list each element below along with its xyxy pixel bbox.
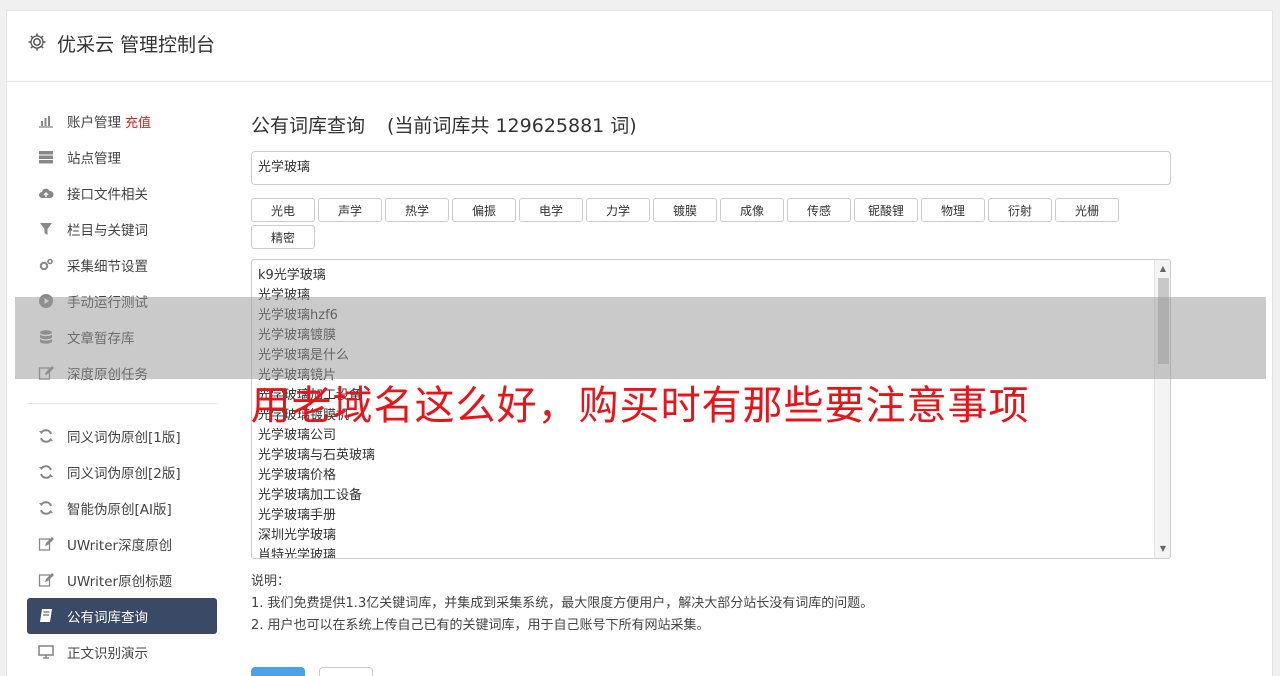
result-item: 光学玻璃手册 xyxy=(258,508,337,523)
sidebar-item-label: 采集细节设置 xyxy=(67,259,148,275)
sidebar-item[interactable]: 同义词伪原创[2版] xyxy=(27,454,217,490)
sidebar-item-label: UWriter深度原创 xyxy=(67,538,173,554)
keyword-tag-group: 光电 声学 热学 偏振 电学 力学 镀膜 成像 传感 铌酸锂 物理 衍射 光栅精密 xyxy=(251,198,1171,249)
gears-icon xyxy=(37,257,55,273)
gear-icon xyxy=(27,32,47,52)
bar-chart-icon xyxy=(37,113,55,129)
refresh-icon xyxy=(37,500,55,516)
sidebar-item[interactable]: 采集细节设置 xyxy=(27,247,217,283)
overlay-headline: 用老域名这么好，购买时有那些要注意事项 xyxy=(250,383,1030,429)
keyword-tag-button[interactable]: 电学 xyxy=(519,198,583,222)
sidebar-item-label: 账户管理 xyxy=(67,115,121,131)
cloud-upload-icon xyxy=(37,185,55,201)
keyword-tag-button[interactable]: 声学 xyxy=(318,198,382,222)
keyword-tag-button[interactable]: 力学 xyxy=(586,198,650,222)
keyword-tag-button[interactable]: 物理 xyxy=(921,198,985,222)
scroll-down-icon[interactable]: ▼ xyxy=(1155,542,1170,556)
action-buttons: 查询 清空 xyxy=(251,667,373,676)
sidebar-item[interactable]: 栏目与关键词 xyxy=(27,211,217,247)
refresh-icon xyxy=(37,464,55,480)
keyword-tag-button[interactable]: 铌酸锂 xyxy=(854,198,918,222)
notes: 说明： 1. 我们免费提供1.3亿关键词库，并集成到采集系统，最大限度方便用户，… xyxy=(251,571,1171,637)
keyword-tag-button[interactable]: 偏振 xyxy=(452,198,516,222)
sidebar-item[interactable]: UWriter原创标题 xyxy=(27,562,217,598)
sidebar-item[interactable]: 站点管理 xyxy=(27,139,217,175)
keyword-tag-button[interactable]: 传感 xyxy=(787,198,851,222)
sidebar-item-label: 公有词库查询 xyxy=(67,610,148,626)
result-item: 光学玻璃价格 xyxy=(258,468,337,483)
keyword-tag-button[interactable]: 光栅 xyxy=(1055,198,1119,222)
heading-text: 公有词库查询 xyxy=(251,115,366,137)
sidebar-item-label: 接口文件相关 xyxy=(67,187,148,203)
sidebar-item[interactable]: 智能伪原创[AI版] xyxy=(27,490,217,526)
sidebar-item-label: UWriter原创标题 xyxy=(67,574,173,590)
recharge-link[interactable]: 充值 xyxy=(125,112,151,131)
keyword-tag-button[interactable]: 光电 xyxy=(251,198,315,222)
sidebar-item[interactable]: 公有词库查询 xyxy=(27,598,217,634)
scroll-up-icon[interactable]: ▲ xyxy=(1155,262,1170,276)
keyword-tag-button[interactable]: 衍射 xyxy=(988,198,1052,222)
filter-icon xyxy=(37,221,55,237)
sidebar-item[interactable]: 正文识别演示 xyxy=(27,634,217,670)
note-line-2: 2. 用户也可以在系统上传自己已有的关键词库，用于自己账号下所有网站采集。 xyxy=(251,618,710,633)
keyword-tag-button[interactable]: 精密 xyxy=(251,225,315,249)
sidebar-item-label: 智能伪原创[AI版] xyxy=(67,502,172,518)
sidebar-item-label: 栏目与关键词 xyxy=(67,223,148,239)
page-title: 优采云 管理控制台 xyxy=(57,34,216,56)
book-icon xyxy=(37,608,55,624)
header: 优采云 管理控制台 xyxy=(7,11,1272,82)
word-count-text: (当前词库共 129625881 词) xyxy=(387,115,637,137)
page-heading: 公有词库查询 (当前词库共 129625881 词) xyxy=(251,111,1171,141)
sidebar-item[interactable]: UWriter深度原创 xyxy=(27,526,217,562)
keyword-tag-button[interactable]: 镀膜 xyxy=(653,198,717,222)
edit-icon xyxy=(37,536,55,552)
query-button[interactable]: 查询 xyxy=(251,667,305,676)
sidebar-item-label: 站点管理 xyxy=(67,151,121,167)
result-item: 深圳光学玻璃 xyxy=(258,528,337,543)
result-item: k9光学玻璃 xyxy=(258,268,326,283)
main-content: 公有词库查询 (当前词库共 129625881 词) 光学玻璃 光电 声学 热学 偏振电… xyxy=(251,111,1171,676)
clear-button[interactable]: 清空 xyxy=(319,667,373,676)
note-line-1: 1. 我们免费提供1.3亿关键词库，并集成到采集系统，最大限度方便用户，解决大部… xyxy=(251,596,874,611)
overlay-banner xyxy=(15,297,1266,379)
keyword-tag-button[interactable]: 热学 xyxy=(385,198,449,222)
sidebar-item-label: 正文识别演示 xyxy=(67,646,148,662)
sidebar-item[interactable]: 接口文件相关 xyxy=(27,175,217,211)
result-item: 光学玻璃加工设备 xyxy=(258,488,363,503)
sidebar-item-label: 同义词伪原创[2版] xyxy=(67,466,181,482)
result-item: 肖特光学玻璃 xyxy=(258,548,337,559)
keyword-tag-button[interactable]: 成像 xyxy=(720,198,784,222)
edit-icon xyxy=(37,572,55,588)
search-input[interactable]: 光学玻璃 xyxy=(251,151,1171,185)
result-item: 光学玻璃与石英玻璃 xyxy=(258,448,376,463)
server-icon xyxy=(37,149,55,165)
monitor-icon xyxy=(37,644,55,660)
notes-title: 说明： xyxy=(251,574,291,589)
sidebar-item[interactable]: 账户管理 充值 xyxy=(27,103,217,139)
